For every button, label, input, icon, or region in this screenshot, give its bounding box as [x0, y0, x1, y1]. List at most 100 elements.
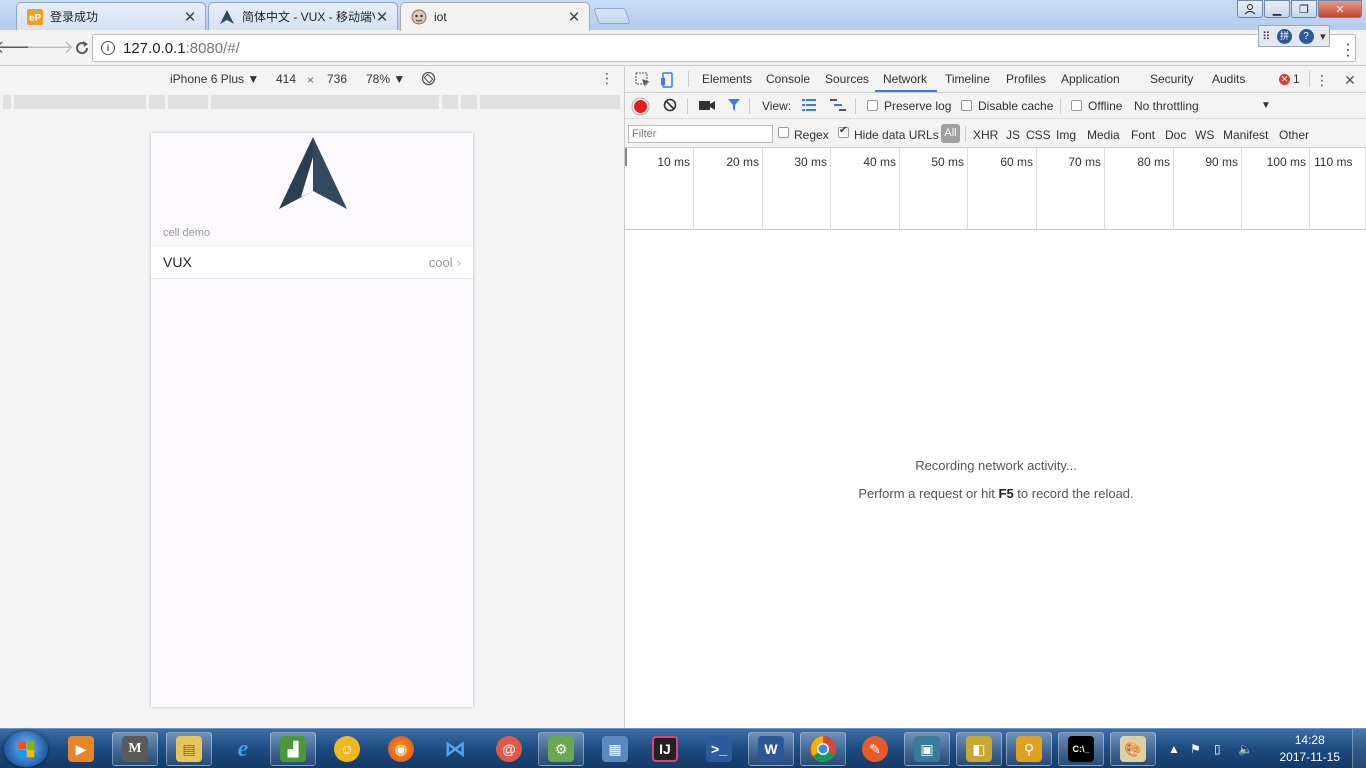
record-icon[interactable]: [634, 100, 647, 113]
intellij-icon[interactable]: IJ: [642, 732, 688, 766]
filter-input[interactable]: [628, 125, 773, 143]
clock-date: 2017-11-15: [1279, 750, 1341, 764]
system-clock[interactable]: 14:28 2017-11-15: [1280, 732, 1341, 766]
tab-elements[interactable]: Elements: [702, 72, 752, 86]
zoom-select[interactable]: 78% ▼: [366, 72, 405, 86]
filter-icon[interactable]: [727, 98, 741, 115]
paint-icon[interactable]: 🎨: [1110, 732, 1156, 766]
tab-audits[interactable]: Audits: [1212, 72, 1245, 86]
height-input[interactable]: 736: [327, 72, 347, 86]
regex-checkbox[interactable]: [778, 127, 789, 138]
tab-security[interactable]: Security: [1150, 72, 1193, 86]
width-input[interactable]: 414: [276, 72, 296, 86]
browser-tab-2[interactable]: 简体中文 - VUX - 移动端V ✕: [208, 2, 398, 30]
help-icon[interactable]: ?: [1298, 28, 1314, 44]
close-devtools-icon[interactable]: ✕: [1341, 71, 1359, 89]
empty-state-title: Recording network activity...: [915, 458, 1077, 473]
rotate-icon[interactable]: [421, 71, 436, 86]
snail-app-icon[interactable]: @: [486, 732, 532, 766]
preserve-log-checkbox[interactable]: [867, 100, 878, 111]
timeline-tick: 70 ms: [1037, 148, 1105, 230]
show-desktop-button[interactable]: [1352, 729, 1366, 768]
offline-checkbox[interactable]: [1071, 100, 1082, 111]
regex-label: Regex: [794, 128, 829, 142]
error-counter[interactable]: ✕ 1: [1279, 72, 1300, 86]
fiddler-app-icon[interactable]: ✎: [852, 732, 898, 766]
type-filter-all[interactable]: All: [941, 124, 960, 143]
folder-app-icon[interactable]: ▦: [592, 732, 638, 766]
close-icon[interactable]: ✕: [567, 8, 581, 26]
type-filter-font[interactable]: Font: [1131, 128, 1155, 142]
internet-explorer-icon[interactable]: e: [220, 732, 266, 766]
tab-sources[interactable]: Sources: [825, 72, 869, 86]
clear-icon[interactable]: [663, 98, 677, 115]
video-player-icon[interactable]: ▶: [58, 732, 104, 766]
close-icon[interactable]: ✕: [183, 8, 197, 26]
cell-item[interactable]: VUX cool ›: [151, 245, 473, 279]
chart-app-icon[interactable]: ▟: [270, 732, 316, 766]
chrome-menu-icon[interactable]: ⋮: [1340, 40, 1356, 60]
close-window-button[interactable]: ✕: [1318, 0, 1362, 18]
address-bar[interactable]: i 127.0.0.1:8080/#/: [92, 34, 1356, 62]
more-options-icon[interactable]: ⋮: [600, 70, 614, 87]
type-filter-media[interactable]: Media: [1087, 128, 1120, 142]
media-query-bar[interactable]: [3, 95, 621, 109]
tab-timeline[interactable]: Timeline: [945, 72, 990, 86]
large-rows-icon[interactable]: [802, 99, 816, 114]
type-filter-img[interactable]: Img: [1056, 128, 1076, 142]
tray-expand-icon[interactable]: ▲: [1168, 742, 1180, 756]
device-toggle-icon[interactable]: [659, 71, 677, 89]
network-app-icon[interactable]: ⚙: [538, 732, 584, 766]
chevron-down-icon[interactable]: ▼: [1261, 100, 1271, 111]
remote-desktop-icon[interactable]: ▣: [904, 732, 950, 766]
forward-icon[interactable]: 🡒: [26, 34, 74, 62]
type-filter-doc[interactable]: Doc: [1165, 128, 1186, 142]
device-select[interactable]: iPhone 6 Plus ▼: [170, 72, 259, 86]
hide-data-urls-checkbox[interactable]: [838, 125, 849, 138]
tab-profiles[interactable]: Profiles: [1006, 72, 1046, 86]
device-icon[interactable]: ▯: [1214, 742, 1221, 756]
start-button[interactable]: [4, 731, 48, 767]
screenshot-camera-icon[interactable]: [699, 99, 715, 114]
network-overview[interactable]: 10 ms 20 ms 30 ms 40 ms 50 ms 60 ms 70 m…: [625, 148, 1366, 230]
minimize-button[interactable]: ▁: [1264, 0, 1290, 18]
tab-application[interactable]: Application: [1061, 72, 1120, 86]
powershell-icon[interactable]: >_: [696, 732, 742, 766]
type-filter-manifest[interactable]: Manifest: [1223, 128, 1268, 142]
waterfall-icon[interactable]: [830, 99, 846, 114]
type-filter-css[interactable]: CSS: [1026, 128, 1051, 142]
volume-icon[interactable]: 🔈: [1238, 742, 1253, 756]
word-icon[interactable]: W: [748, 732, 794, 766]
new-tab-button[interactable]: [593, 8, 631, 24]
ime-toolbar[interactable]: ⠿ 拼 ? ▾: [1258, 25, 1330, 47]
type-filter-ws[interactable]: WS: [1195, 128, 1214, 142]
maximize-button[interactable]: ❐: [1291, 0, 1317, 18]
chrome-icon[interactable]: [800, 732, 846, 766]
info-icon[interactable]: i: [101, 41, 115, 55]
tab-console[interactable]: Console: [766, 72, 810, 86]
file-explorer-icon[interactable]: ▤: [166, 732, 212, 766]
disable-cache-checkbox[interactable]: [961, 100, 972, 111]
grid-icon[interactable]: ⠿: [1262, 30, 1270, 43]
m-app-icon[interactable]: M: [112, 732, 158, 766]
mascot-app-icon[interactable]: ☺: [324, 732, 370, 766]
stack-app-icon[interactable]: ◧: [956, 732, 1002, 766]
throttling-select[interactable]: No throttling: [1134, 99, 1199, 113]
visual-studio-icon[interactable]: ⋈: [432, 732, 478, 766]
close-icon[interactable]: ✕: [375, 8, 389, 26]
type-filter-other[interactable]: Other: [1279, 128, 1309, 142]
browser-tab-3[interactable]: iot ✕: [400, 2, 590, 31]
search-app-icon[interactable]: ⚲: [1006, 732, 1052, 766]
firefox-icon[interactable]: ◉: [378, 732, 424, 766]
flag-icon[interactable]: ⚑: [1190, 742, 1201, 756]
inspect-icon[interactable]: [634, 71, 652, 89]
devtools-menu-icon[interactable]: ⋮: [1313, 71, 1331, 89]
terminal-icon[interactable]: C:\_: [1058, 732, 1104, 766]
tab-network[interactable]: Network: [883, 72, 927, 86]
user-icon[interactable]: [1237, 0, 1263, 18]
browser-tab-1[interactable]: eP 登录成功 ✕: [16, 2, 206, 30]
ime-icon[interactable]: 拼: [1276, 28, 1292, 44]
ime-menu-icon[interactable]: ▾: [1320, 30, 1326, 43]
type-filter-js[interactable]: JS: [1006, 128, 1020, 142]
type-filter-xhr[interactable]: XHR: [973, 128, 998, 142]
